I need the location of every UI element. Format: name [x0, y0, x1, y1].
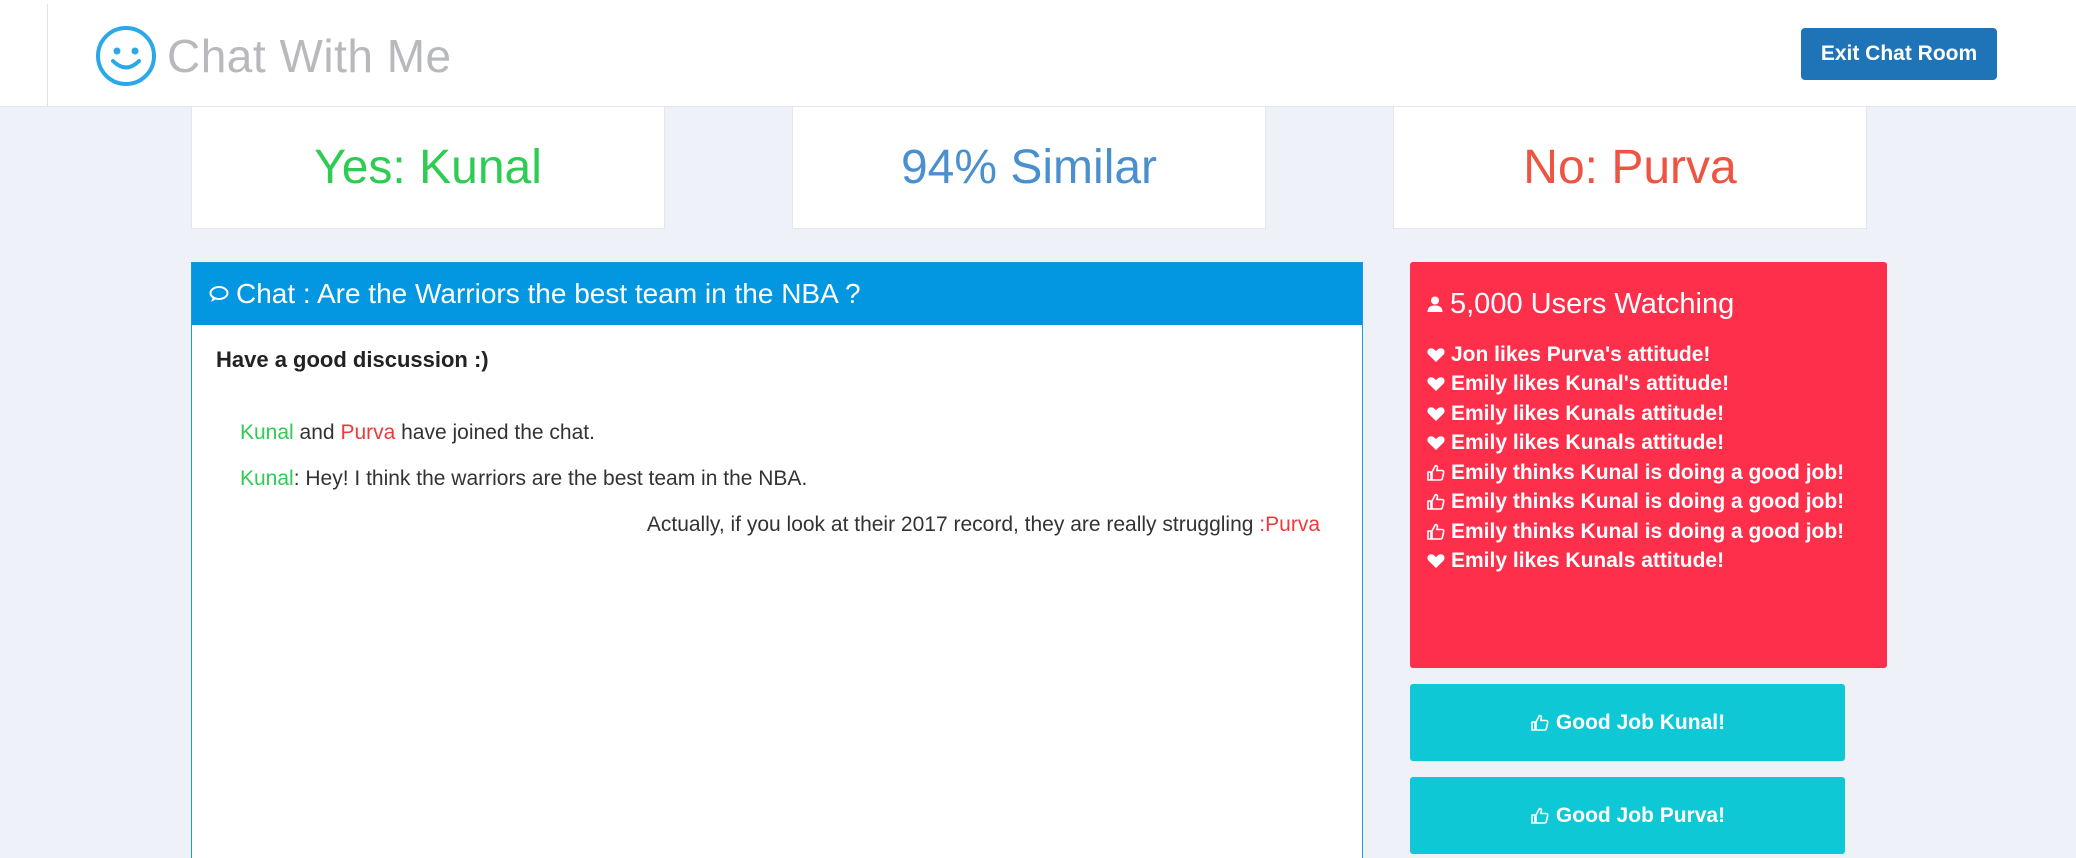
joined-suffix: have joined the chat. [395, 421, 595, 444]
username-kunal[interactable]: Kunal [240, 421, 294, 444]
activity-item: Emily thinks Kunal is doing a good job! [1426, 517, 1871, 547]
brand[interactable]: Chat With Me [95, 24, 452, 88]
heart-icon [1427, 377, 1445, 392]
nav-divider [47, 4, 48, 106]
message-separator: : [293, 467, 306, 490]
good-job-kunal-button[interactable]: Good Job Kunal! [1410, 684, 1845, 761]
activity-text: Emily likes Kunals attitude! [1451, 549, 1725, 573]
brand-text: Chat With Me [167, 30, 452, 82]
activity-item: Emily thinks Kunal is doing a good job! [1426, 458, 1871, 488]
system-message-joined: Kunal and Purva have joined the chat. [240, 421, 595, 445]
activity-item: Emily likes Kunals attitude! [1426, 399, 1871, 429]
thumbs-up-icon [1427, 523, 1445, 540]
thumbs-up-icon [1531, 714, 1549, 731]
good-job-purva-button[interactable]: Good Job Purva! [1410, 777, 1845, 854]
message-author-purva[interactable]: Purva [1265, 513, 1320, 536]
message-author-kunal[interactable]: Kunal [240, 467, 294, 490]
watchers-panel: 5,000 Users Watching Jon likes Purva's a… [1410, 262, 1887, 668]
heart-icon [1427, 347, 1445, 362]
activity-text: Emily likes Kunals attitude! [1451, 401, 1725, 425]
heart-icon [1427, 406, 1445, 421]
activity-item: Jon likes Purva's attitude! [1426, 340, 1871, 370]
navbar: Chat With Me Exit Chat Room [0, 0, 2076, 107]
activity-feed: Jon likes Purva's attitude! Emily likes … [1426, 340, 1871, 576]
username-purva[interactable]: Purva [340, 421, 395, 444]
button-label: Good Job Purva! [1555, 803, 1726, 827]
joined-connector: and [293, 421, 341, 444]
message-text: Actually, if you look at their 2017 reco… [646, 513, 1260, 536]
chat-header: Chat : Are the Warriors the best team in… [192, 263, 1362, 325]
thumbs-up-icon [1427, 464, 1445, 481]
activity-item: Emily likes Kunals attitude! [1426, 547, 1871, 577]
thumbs-up-icon [1531, 807, 1549, 824]
thumbs-up-icon [1427, 493, 1445, 511]
activity-text: Emily thinks Kunal is doing a good job! [1451, 519, 1845, 543]
heart-icon [1427, 436, 1445, 451]
chat-message-kunal: Kunal: Hey! I think the warriors are the… [240, 467, 807, 491]
activity-item: Emily likes Kunal's attitude! [1426, 370, 1871, 400]
watchers-title: 5,000 Users Watching [1426, 284, 1871, 324]
activity-text: Emily likes Kunal's attitude! [1451, 372, 1730, 396]
chat-message-purva: Actually, if you look at their 2017 reco… [647, 513, 1320, 537]
heart-icon [1427, 554, 1445, 569]
no-vote-card: No: Purva [1393, 107, 1867, 229]
watchers-count: 5,000 Users Watching [1450, 287, 1735, 320]
activity-text: Jon likes Purva's attitude! [1451, 342, 1711, 366]
yes-vote-card: Yes: Kunal [191, 107, 665, 229]
activity-text: Emily thinks Kunal is doing a good job! [1451, 460, 1845, 484]
user-icon [1427, 296, 1443, 312]
button-label: Good Job Kunal! [1555, 710, 1726, 734]
smiley-icon [96, 26, 156, 86]
activity-item: Emily likes Kunals attitude! [1426, 429, 1871, 459]
activity-text: Emily thinks Kunal is doing a good job! [1451, 490, 1845, 514]
message-text: Hey! I think the warriors are the best t… [305, 467, 808, 490]
comment-icon [209, 286, 229, 302]
chat-intro: Have a good discussion :) [216, 347, 489, 372]
chat-title: Chat : Are the Warriors the best team in… [236, 278, 861, 309]
exit-chat-room-button[interactable]: Exit Chat Room [1801, 28, 1997, 80]
activity-item: Emily thinks Kunal is doing a good job! [1426, 488, 1871, 518]
chat-panel: Chat : Are the Warriors the best team in… [191, 262, 1363, 858]
similarity-card: 94% Similar [792, 107, 1266, 229]
activity-text: Emily likes Kunals attitude! [1451, 431, 1725, 455]
